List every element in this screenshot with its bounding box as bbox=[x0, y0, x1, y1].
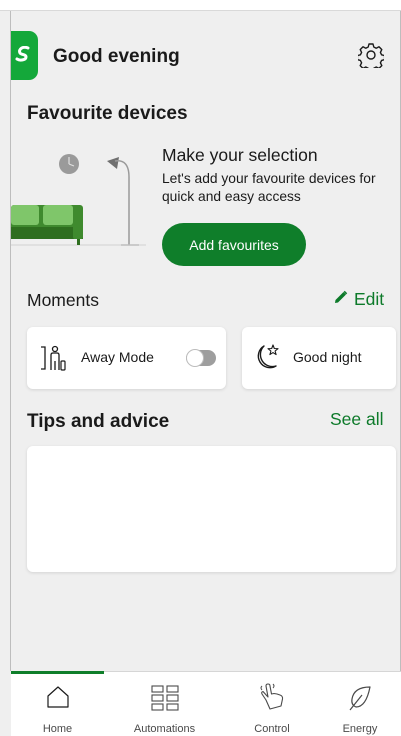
moment-card-away-mode[interactable]: Away Mode bbox=[27, 327, 226, 389]
nav-label-control: Control bbox=[254, 723, 290, 735]
moon-star-icon bbox=[252, 342, 282, 377]
nav-tab-home[interactable]: Home bbox=[11, 672, 104, 736]
see-all-tips-link[interactable]: See all bbox=[330, 409, 384, 430]
favourites-headline: Make your selection bbox=[162, 145, 318, 165]
app-screen: Good evening Favourite devices Make your… bbox=[0, 0, 401, 736]
away-mode-label: Away Mode bbox=[81, 349, 154, 365]
nav-label-energy: Energy bbox=[342, 723, 378, 735]
nav-label-home: Home bbox=[42, 723, 73, 735]
good-night-label: Good night bbox=[293, 349, 362, 365]
status-bar-area bbox=[0, 0, 401, 11]
away-mode-toggle[interactable] bbox=[186, 349, 216, 367]
favourite-devices-title: Favourite devices bbox=[27, 103, 188, 124]
moments-title: Moments bbox=[27, 290, 99, 310]
schneider-logo-icon bbox=[11, 31, 38, 80]
bottom-navigation: Home Automations Control Energy bbox=[11, 671, 401, 736]
nav-tab-automations[interactable]: Automations bbox=[104, 672, 225, 736]
header: Good evening bbox=[11, 31, 400, 81]
greeting-text: Good evening bbox=[53, 46, 180, 67]
frame-border-left bbox=[10, 11, 11, 671]
tips-card[interactable] bbox=[27, 446, 396, 572]
living-room-illustration bbox=[11, 147, 146, 257]
add-favourites-button[interactable]: Add favourites bbox=[162, 223, 306, 266]
nav-label-automations: Automations bbox=[133, 723, 196, 735]
pencil-icon bbox=[333, 289, 348, 310]
away-mode-icon bbox=[39, 343, 67, 378]
tips-title: Tips and advice bbox=[27, 411, 170, 432]
edit-moments-button[interactable]: Edit bbox=[333, 289, 384, 310]
moment-card-good-night[interactable]: Good night bbox=[242, 327, 396, 389]
gear-icon[interactable] bbox=[356, 42, 386, 72]
nav-tab-energy[interactable]: Energy bbox=[319, 672, 401, 736]
nav-tab-control[interactable]: Control bbox=[225, 672, 319, 736]
toggle-knob bbox=[186, 349, 204, 367]
edit-label: Edit bbox=[354, 289, 385, 309]
favourites-description: Let's add your favourite devices for qui… bbox=[162, 171, 376, 204]
